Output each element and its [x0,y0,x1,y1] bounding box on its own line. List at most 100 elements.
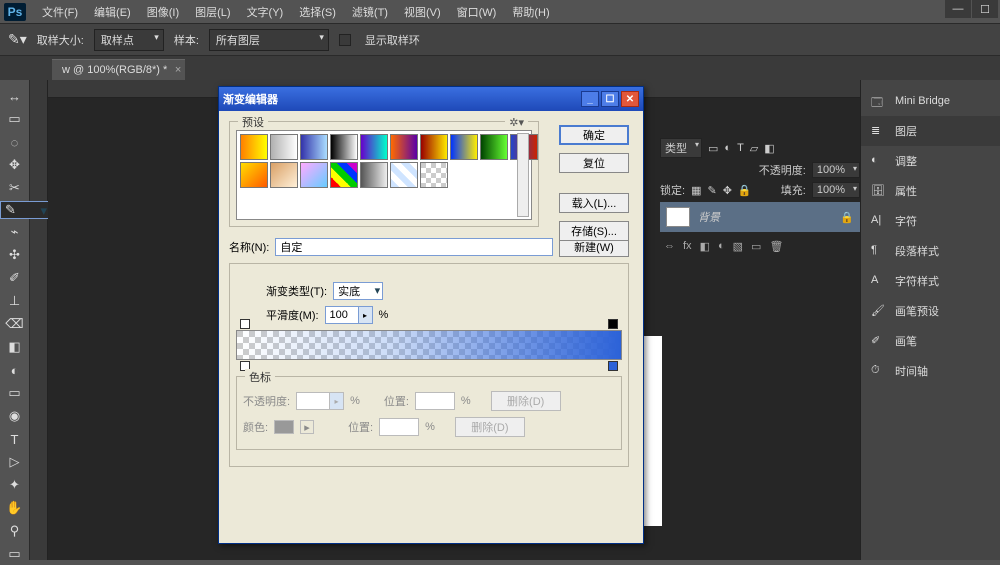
preset-swatch[interactable] [420,134,448,160]
tool-zoom[interactable]: ⚲ [2,520,28,542]
menu-edit[interactable]: 编辑(E) [86,4,139,20]
filter-icon[interactable]: ▱ [750,142,758,155]
tool-eyedropper[interactable]: ✎ [0,201,50,219]
tool-shape[interactable]: ✦ [2,474,28,496]
smooth-spinner[interactable]: ▸ [325,306,373,324]
tool-path[interactable]: ▷ [2,451,28,473]
lock-all-icon[interactable]: 🔒 [738,184,752,197]
panel-timeline[interactable]: ⏱时间轴 [861,356,1000,386]
panel-adjust[interactable]: ◐调整 [861,146,1000,176]
load-button[interactable]: 载入(L)... [559,193,629,213]
preset-swatch[interactable] [270,162,298,188]
panel-brushpreset[interactable]: 🖌画笔预设 [861,296,1000,326]
name-input[interactable] [275,238,553,256]
fill-select[interactable]: 100% [812,182,860,198]
document-tab[interactable]: w @ 100%(RGB/8*) * × [52,59,185,80]
adj-layer-icon[interactable]: ◐ [718,240,725,253]
tool-gradient[interactable]: ◧ [2,336,28,358]
filter-icon[interactable]: T [737,142,744,154]
preset-swatch[interactable] [240,134,268,160]
dialog-maximize-icon[interactable]: ☐ [601,91,619,107]
tool-dodge[interactable]: ▭ [2,382,28,404]
panel-props[interactable]: 🗄属性 [861,176,1000,206]
show-ring-checkbox[interactable] [339,34,351,46]
preset-swatch[interactable] [450,134,478,160]
gradient-bar[interactable] [236,330,622,360]
preset-swatch[interactable] [390,162,418,188]
tool-pen[interactable]: ◉ [2,405,28,427]
lock-move-icon[interactable]: ✥ [723,184,732,197]
panel-charstyle[interactable]: A字符样式 [861,266,1000,296]
dialog-titlebar[interactable]: 渐变编辑器 _ ☐ ✕ [219,87,643,111]
menu-type[interactable]: 文字(Y) [239,4,292,20]
preset-swatch[interactable] [240,162,268,188]
lock-paint-icon[interactable]: ✎ [707,184,716,197]
presets-scrollbar[interactable] [517,133,529,217]
layer-row-bg[interactable]: 背景 🔒 [660,202,860,232]
tool-quickselect[interactable]: ✥ [2,154,28,176]
tool-marquee[interactable]: ▭ [2,108,28,130]
preset-swatch[interactable] [300,134,328,160]
smooth-input[interactable] [325,306,359,324]
tool-heal[interactable]: ⌁ [2,221,28,243]
tool-type[interactable]: T [2,428,28,450]
preset-swatch[interactable] [360,162,388,188]
tool-hand[interactable]: ✋ [2,497,28,519]
menu-window[interactable]: 窗口(W) [449,4,505,20]
mask-icon[interactable]: ◧ [700,240,710,253]
window-maximize-icon[interactable]: ☐ [972,0,998,18]
tool-lasso[interactable]: ◌ [2,131,28,153]
opacity-stop-right[interactable] [608,319,618,329]
panel-mini-bridge[interactable]: 🗔Mini Bridge [861,86,1000,116]
preset-swatch[interactable] [300,162,328,188]
sample-size-select[interactable]: 取样点 [94,29,164,51]
menu-help[interactable]: 帮助(H) [504,4,557,20]
ok-button[interactable]: 确定 [559,125,629,145]
presets-menu-icon[interactable]: ✲▾ [505,116,528,129]
preset-swatch[interactable] [390,134,418,160]
sample-layers-select[interactable]: 所有图层 [209,29,329,51]
preset-swatch[interactable] [360,134,388,160]
preset-swatch[interactable] [330,134,358,160]
menu-filter[interactable]: 滤镜(T) [344,4,396,20]
menu-layer[interactable]: 图层(L) [187,4,238,20]
preset-swatch[interactable] [330,162,358,188]
reset-button[interactable]: 复位 [559,153,629,173]
window-minimize-icon[interactable]: — [945,0,971,18]
panel-char[interactable]: A|字符 [861,206,1000,236]
panel-brush[interactable]: ✐画笔 [861,326,1000,356]
tool-move[interactable]: ↔ [2,85,28,107]
tool-stamp[interactable]: ✐ [2,267,28,289]
panel-layers[interactable]: ≣图层 [861,116,1000,146]
layer-filter-select[interactable]: 类型 [660,138,702,158]
menu-file[interactable]: 文件(F) [34,4,86,20]
gradtype-select[interactable]: 实底 [333,282,383,300]
filter-icon[interactable]: ◧ [764,142,774,155]
close-tab-icon[interactable]: × [175,64,181,76]
color-stop-right[interactable] [608,361,618,371]
tool-brush[interactable]: ✣ [2,244,28,266]
filter-icon[interactable]: ▭ [708,142,718,155]
preset-swatch[interactable] [480,134,508,160]
menu-select[interactable]: 选择(S) [291,4,344,20]
dialog-close-icon[interactable]: ✕ [621,91,639,107]
folder-icon[interactable]: ▧ [733,240,743,253]
menu-view[interactable]: 视图(V) [396,4,449,20]
preset-swatch[interactable] [420,162,448,188]
spinner-arrow-icon[interactable]: ▸ [359,306,373,324]
tool-history[interactable]: ⊥ [2,290,28,312]
menu-image[interactable]: 图像(I) [139,4,187,20]
link-icon[interactable]: ⇔ [664,240,675,253]
tool-blur[interactable]: ◐ [2,359,28,381]
preset-swatch[interactable] [270,134,298,160]
panel-parastyle[interactable]: ¶段落样式 [861,236,1000,266]
trash-icon[interactable]: 🗑 [769,240,783,253]
save-button[interactable]: 存储(S)... [559,221,629,241]
fx-icon[interactable]: fx [683,240,692,253]
tool-crop[interactable]: ✂ [2,177,28,199]
lock-pixels-icon[interactable]: ▦ [691,184,701,197]
opacity-stop-left[interactable] [240,319,250,329]
tool-swatches[interactable]: ▭ [2,543,28,565]
new-layer-icon[interactable]: ▭ [751,240,761,253]
opacity-select[interactable]: 100% [812,162,860,178]
